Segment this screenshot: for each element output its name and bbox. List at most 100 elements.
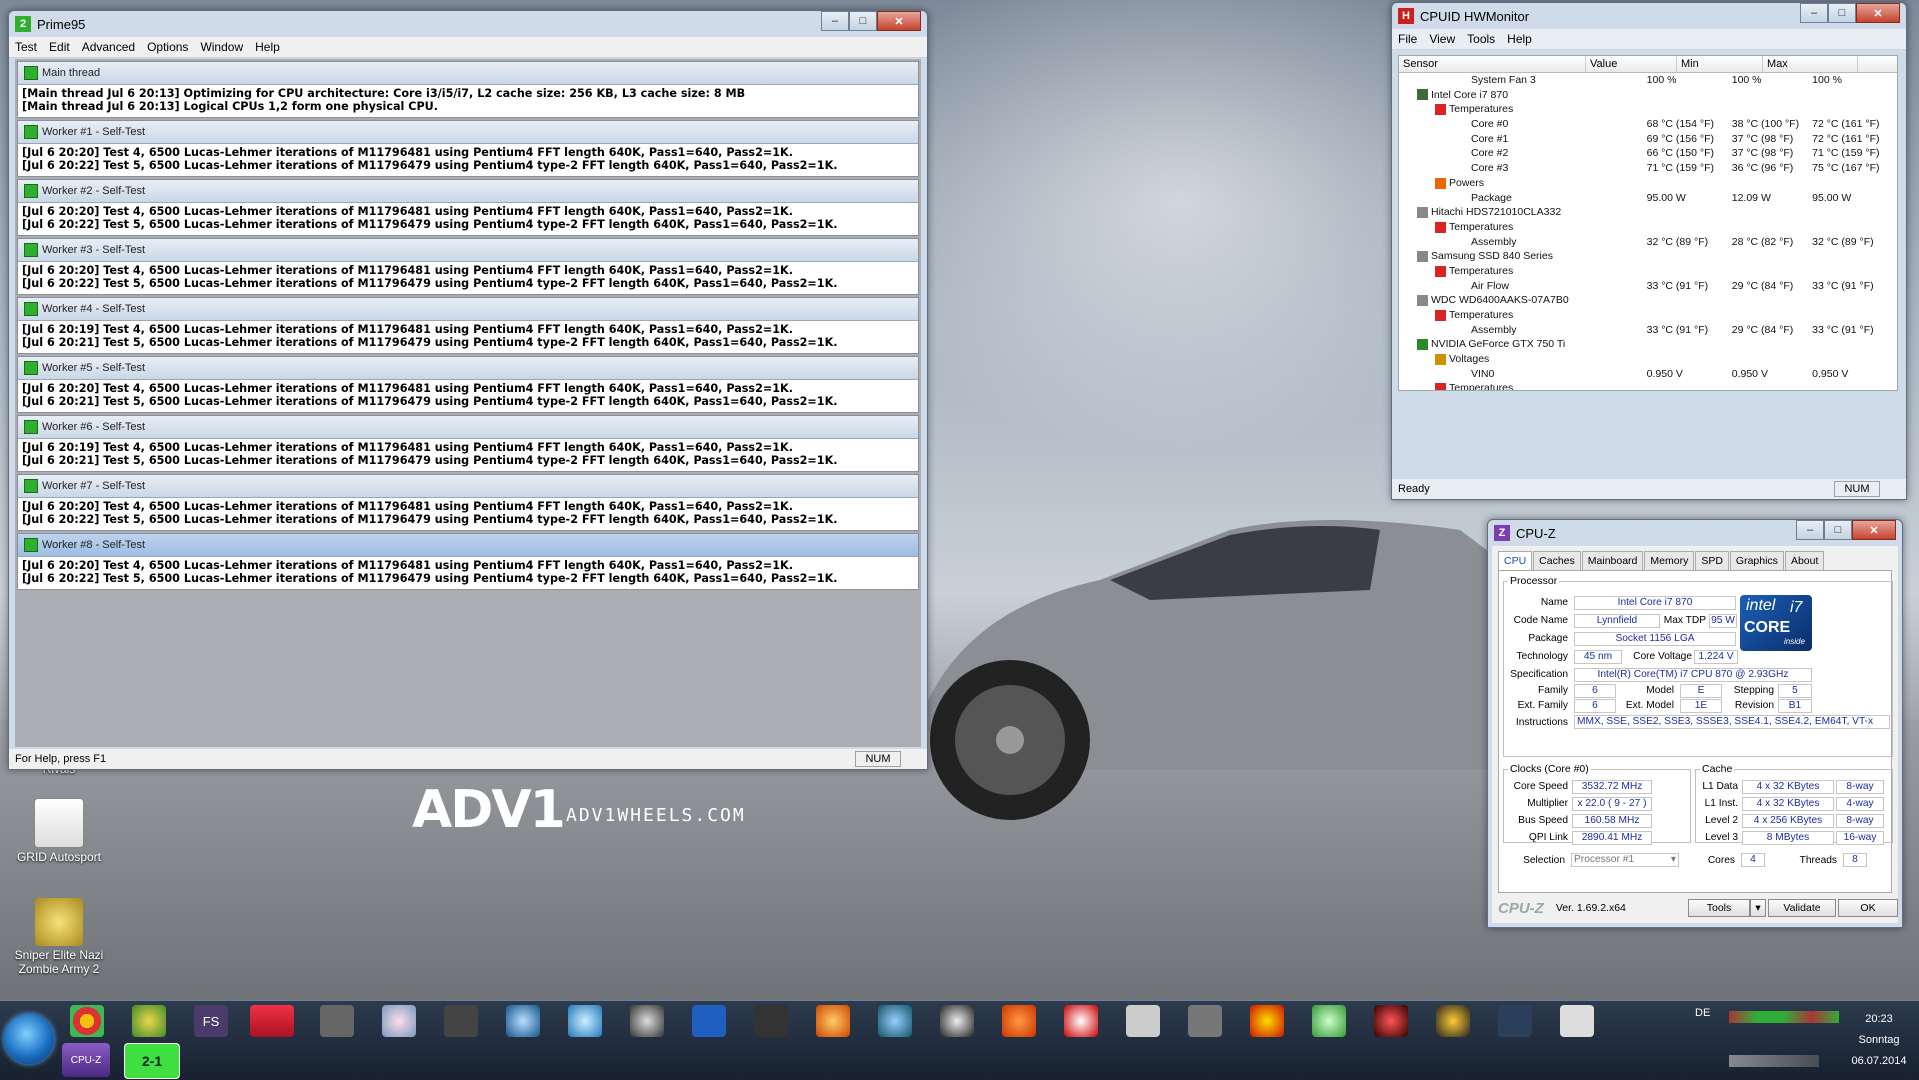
app-icon[interactable] [1560, 1005, 1594, 1037]
sensor-row[interactable]: Temperatures [1399, 102, 1897, 117]
cpuz-titlebar[interactable]: Z CPU-Z – □ ✕ [1488, 520, 1902, 546]
sensor-row[interactable]: Voltages [1399, 352, 1897, 367]
pane-title[interactable]: Worker #5 - Self-Test [18, 357, 918, 380]
sensor-row[interactable]: Package 95.00 W 12.09 W 95.00 W [1399, 191, 1897, 206]
taskbar-cpuz-button[interactable]: CPU-Z [62, 1043, 110, 1077]
origin-icon[interactable] [1002, 1005, 1036, 1037]
pane-worker-1[interactable]: Worker #1 - Self-Test [Jul 6 20:20] Test… [17, 120, 919, 177]
sensor-row[interactable]: Powers [1399, 176, 1897, 191]
sensor-row[interactable]: VIN0 0.950 V 0.950 V 0.950 V [1399, 367, 1897, 382]
monitor-app-icon[interactable] [320, 1005, 354, 1037]
start-button[interactable] [4, 1014, 54, 1064]
sensor-row[interactable]: Temperatures [1399, 264, 1897, 279]
paint-app-icon[interactable] [382, 1005, 416, 1037]
sensor-table[interactable]: Sensor Value Min Max System Fan 3 100 % 10… [1398, 55, 1898, 391]
tab-spd[interactable]: SPD [1695, 551, 1729, 570]
sensor-row[interactable]: Temperatures [1399, 381, 1897, 390]
pane-worker-5[interactable]: Worker #5 - Self-Test [Jul 6 20:20] Test… [17, 356, 919, 413]
maximize-button[interactable]: □ [849, 11, 877, 31]
browser-app-icon[interactable] [568, 1005, 602, 1037]
chrome-icon[interactable] [70, 1005, 104, 1037]
tools-button[interactable]: Tools [1688, 899, 1750, 917]
menu-file[interactable]: File [1392, 32, 1423, 46]
app-icon[interactable] [1250, 1005, 1284, 1037]
pane-worker-7[interactable]: Worker #7 - Self-Test [Jul 6 20:20] Test… [17, 474, 919, 531]
clock-time[interactable]: 20:23 [1849, 1013, 1909, 1025]
sensor-row[interactable]: Assembly 33 °C (91 °F) 29 °C (84 °F) 33 °C … [1399, 323, 1897, 338]
menu-view[interactable]: View [1423, 32, 1461, 46]
menu-window[interactable]: Window [194, 40, 249, 54]
sensor-row[interactable]: System Fan 3 100 % 100 % 100 % [1399, 73, 1897, 88]
column-value[interactable]: Value [1586, 56, 1677, 72]
minimize-button[interactable]: – [821, 11, 849, 31]
pane-title[interactable]: Worker #1 - Self-Test [18, 121, 918, 144]
pane-title[interactable]: Worker #3 - Self-Test [18, 239, 918, 262]
menu-help[interactable]: Help [249, 40, 286, 54]
drive-app-icon[interactable] [444, 1005, 478, 1037]
menu-test[interactable]: Test [9, 40, 43, 54]
sensor-row[interactable]: Assembly 32 °C (89 °F) 28 °C (82 °F) 32 °C … [1399, 235, 1897, 250]
pane-title[interactable]: Worker #7 - Self-Test [18, 475, 918, 498]
app-icon[interactable] [816, 1005, 850, 1037]
language-indicator[interactable]: DE [1695, 1007, 1710, 1019]
pane-worker-2[interactable]: Worker #2 - Self-Test [Jul 6 20:20] Test… [17, 179, 919, 236]
flash-app-icon[interactable] [250, 1005, 294, 1037]
maximize-button[interactable]: □ [1828, 3, 1856, 23]
sensor-row[interactable]: Hitachi HDS721010CLA332 [1399, 205, 1897, 220]
media-player-icon[interactable] [878, 1005, 912, 1037]
pane-worker-6[interactable]: Worker #6 - Self-Test [Jul 6 20:19] Test… [17, 415, 919, 472]
pane-main-thread[interactable]: Main thread [Main thread Jul 6 20:13] Op… [17, 61, 919, 118]
sensor-row[interactable]: Core #2 66 °C (150 °F) 37 °C (98 °F) 71 °C … [1399, 146, 1897, 161]
desktop-icon-sniper-elite[interactable]: Sniper Elite Nazi Zombie Army 2 [14, 898, 104, 976]
keyboard-app-icon[interactable] [1188, 1005, 1222, 1037]
column-max[interactable]: Max [1763, 56, 1858, 72]
pane-worker-8[interactable]: Worker #8 - Self-Test [Jul 6 20:20] Test… [17, 533, 919, 590]
tray-icons[interactable] [1729, 1011, 1839, 1023]
menu-tools[interactable]: Tools [1461, 32, 1501, 46]
sensor-row[interactable]: Core #1 69 °C (156 °F) 37 °C (98 °F) 72 °C … [1399, 132, 1897, 147]
close-button[interactable]: ✕ [1856, 3, 1900, 23]
pane-title[interactable]: Main thread [18, 62, 918, 85]
sensor-row[interactable]: Core #0 68 °C (154 °F) 38 °C (100 °F) 72 °C… [1399, 117, 1897, 132]
tab-caches[interactable]: Caches [1533, 551, 1581, 570]
headset-app-icon[interactable] [1436, 1005, 1470, 1037]
prime95-titlebar[interactable]: 2 Prime95 – □ ✕ [9, 11, 927, 37]
sensor-row[interactable]: Core #3 71 °C (159 °F) 36 °C (96 °F) 75 °C … [1399, 161, 1897, 176]
shield-app-icon[interactable] [692, 1005, 726, 1037]
minimize-button[interactable]: – [1800, 3, 1828, 23]
taskbar-app-icon[interactable] [132, 1005, 166, 1037]
sensor-row[interactable]: Intel Core i7 870 [1399, 88, 1897, 103]
pane-worker-3[interactable]: Worker #3 - Self-Test [Jul 6 20:20] Test… [17, 238, 919, 295]
selection-dropdown[interactable]: Processor #1 ▾ [1571, 853, 1679, 867]
menu-edit[interactable]: Edit [43, 40, 76, 54]
app-icon[interactable] [1374, 1005, 1408, 1037]
pane-title[interactable]: Worker #2 - Self-Test [18, 180, 918, 203]
sensor-row[interactable]: WDC WD6400AAKS-07A7B0 [1399, 293, 1897, 308]
maximize-button[interactable]: □ [1824, 520, 1852, 540]
minimize-button[interactable]: – [1796, 520, 1824, 540]
hwmonitor-titlebar[interactable]: H CPUID HWMonitor – □ ✕ [1392, 3, 1906, 29]
pane-title[interactable]: Worker #8 - Self-Test [18, 534, 918, 557]
column-min[interactable]: Min [1677, 56, 1763, 72]
tools-dropdown-button[interactable]: ▾ [1750, 899, 1766, 917]
validate-button[interactable]: Validate [1768, 899, 1836, 917]
steam-icon[interactable] [940, 1005, 974, 1037]
tray-volume-network-icons[interactable] [1729, 1055, 1819, 1067]
tab-graphics[interactable]: Graphics [1729, 551, 1784, 570]
sensor-row[interactable]: Samsung SSD 840 Series [1399, 249, 1897, 264]
tab-about[interactable]: About [1784, 551, 1825, 570]
sensor-row[interactable]: Temperatures [1399, 220, 1897, 235]
menu-help[interactable]: Help [1501, 32, 1538, 46]
tab-cpu[interactable]: CPU [1498, 551, 1533, 570]
sensor-row[interactable]: Air Flow 33 °C (91 °F) 29 °C (84 °F) 33 °C … [1399, 279, 1897, 294]
menu-advanced[interactable]: Advanced [76, 40, 141, 54]
sensor-row[interactable]: Temperatures [1399, 308, 1897, 323]
pane-title[interactable]: Worker #6 - Self-Test [18, 416, 918, 439]
app-icon[interactable] [1312, 1005, 1346, 1037]
desktop-icon-grid-autosport[interactable]: GRID Autosport [14, 798, 104, 864]
ok-button[interactable]: OK [1838, 899, 1898, 917]
live-app-icon[interactable] [506, 1005, 540, 1037]
app-icon[interactable] [1064, 1005, 1098, 1037]
close-button[interactable]: ✕ [877, 11, 921, 31]
pane-worker-4[interactable]: Worker #4 - Self-Test [Jul 6 20:19] Test… [17, 297, 919, 354]
